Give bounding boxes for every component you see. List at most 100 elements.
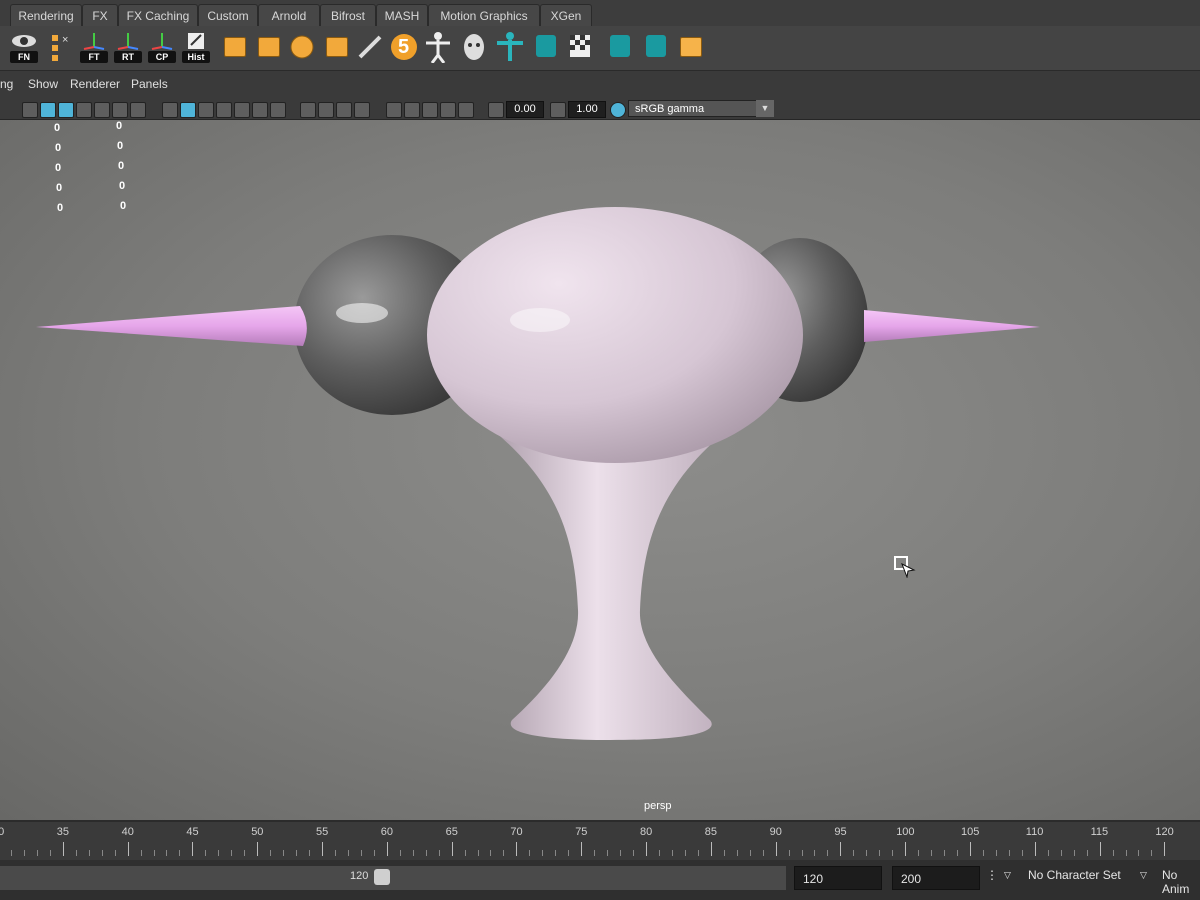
wireframe-icon[interactable] bbox=[162, 102, 178, 118]
face-button[interactable] bbox=[458, 31, 490, 63]
tab-rendering[interactable]: Rendering bbox=[10, 4, 82, 27]
chevron-down-icon[interactable]: ▼ bbox=[756, 100, 774, 117]
skeleton-button[interactable] bbox=[422, 31, 454, 64]
safe-action-icon[interactable] bbox=[112, 102, 128, 118]
time-tick-minor bbox=[814, 850, 816, 856]
time-tick-minor bbox=[75, 850, 77, 856]
tab-bifrost[interactable]: Bifrost bbox=[320, 4, 376, 27]
motion-blur-icon[interactable] bbox=[318, 102, 334, 118]
shadows-icon[interactable] bbox=[270, 102, 286, 118]
mash-tool-3[interactable] bbox=[640, 31, 672, 63]
box-tool[interactable] bbox=[674, 31, 706, 63]
menu-renderer[interactable]: Renderer bbox=[70, 77, 120, 91]
character-set-dropdown[interactable]: No Character Set bbox=[1028, 868, 1121, 882]
shelf-toolbar: FN × FT RT CP Hist 5 bbox=[0, 26, 1200, 71]
menu-show[interactable]: Show bbox=[28, 77, 58, 91]
chevron-down-icon[interactable]: ▽ bbox=[1140, 870, 1147, 881]
tab-arnold[interactable]: Arnold bbox=[258, 4, 320, 27]
anim-layer-dropdown[interactable]: No Anim bbox=[1162, 868, 1200, 896]
persp-viewport[interactable]: 0 0 0 0 0 0 0 0 0 0 persp bbox=[0, 120, 1200, 820]
textured-icon[interactable] bbox=[216, 102, 232, 118]
gamma-field[interactable]: 1.00 bbox=[568, 101, 606, 118]
range-slider-bar: 120 120 200 ⋮ ▽ No Character Set ▽ No An… bbox=[0, 860, 1200, 900]
time-tick-minor bbox=[1125, 850, 1127, 856]
rt-button[interactable]: RT bbox=[112, 31, 144, 63]
time-tick-mark bbox=[62, 842, 64, 856]
antialias-icon[interactable] bbox=[336, 102, 352, 118]
frame-all-icon[interactable] bbox=[458, 102, 474, 118]
tab-fx[interactable]: FX bbox=[82, 4, 118, 27]
time-tick-minor bbox=[503, 850, 505, 856]
resolution-gate-icon[interactable] bbox=[58, 102, 74, 118]
playback-end-field[interactable]: 200 bbox=[892, 866, 980, 890]
tab-fx-caching[interactable]: FX Caching bbox=[118, 4, 198, 27]
cube-tool-2[interactable] bbox=[252, 31, 284, 63]
xray-icon[interactable] bbox=[386, 102, 402, 118]
mash-tool-2[interactable] bbox=[604, 31, 636, 63]
lights-icon[interactable] bbox=[252, 102, 268, 118]
range-slider-track[interactable] bbox=[0, 866, 786, 890]
backface-icon[interactable] bbox=[422, 102, 438, 118]
fn-eye-button[interactable]: FN bbox=[8, 31, 40, 63]
time-tick-minor bbox=[49, 850, 51, 856]
chevron-down-icon[interactable]: ▽ bbox=[1004, 870, 1011, 881]
checker-icon bbox=[570, 35, 590, 57]
cp-caption: CP bbox=[148, 51, 176, 63]
history-button[interactable]: Hist bbox=[180, 31, 212, 63]
mash-tool-1[interactable] bbox=[530, 31, 562, 63]
tab-mash[interactable]: MASH bbox=[376, 4, 428, 27]
time-slider[interactable]: 30 35 40 45 50 55 60 65 70 75 80 85 90 95 100 105 110 115… bbox=[0, 822, 1200, 860]
menu-panels[interactable]: Panels bbox=[131, 77, 168, 91]
pencil-tool[interactable] bbox=[354, 31, 386, 63]
ambient-occlusion-icon[interactable] bbox=[300, 102, 316, 118]
time-tick-minor bbox=[166, 850, 168, 856]
grid-icon[interactable] bbox=[22, 102, 38, 118]
checker-shade-icon[interactable] bbox=[234, 102, 250, 118]
tab-motion-graphics[interactable]: Motion Graphics bbox=[428, 4, 540, 27]
time-tick-mark bbox=[386, 842, 388, 856]
rig-button[interactable] bbox=[494, 31, 526, 63]
ft-button[interactable]: FT bbox=[78, 31, 110, 63]
time-tick-minor bbox=[1060, 850, 1062, 856]
shelf-tab-bar: Rendering FX FX Caching Custom Arnold Bi… bbox=[0, 0, 1200, 27]
time-tick-minor bbox=[723, 850, 725, 856]
stem-mesh[interactable] bbox=[480, 420, 740, 740]
exposure-field[interactable]: 0.00 bbox=[506, 101, 544, 118]
time-tick-mark bbox=[451, 842, 453, 856]
color-management-icon[interactable] bbox=[610, 102, 626, 118]
time-tick-minor bbox=[853, 850, 855, 856]
svg-text:×: × bbox=[62, 34, 68, 46]
left-spike-mesh[interactable] bbox=[36, 306, 307, 346]
safe-title-icon[interactable] bbox=[130, 102, 146, 118]
time-tick-minor bbox=[788, 850, 790, 856]
isolate-icon[interactable] bbox=[354, 102, 370, 118]
cp-button[interactable]: CP bbox=[146, 31, 178, 63]
xray-joints-icon[interactable] bbox=[404, 102, 420, 118]
step-icon[interactable]: ⋮ bbox=[986, 868, 998, 882]
sphere-tool[interactable] bbox=[286, 31, 318, 63]
cube-tool-3[interactable] bbox=[320, 31, 352, 63]
checker-tool[interactable] bbox=[564, 31, 596, 63]
tab-xgen[interactable]: XGen bbox=[540, 4, 592, 27]
eye-icon bbox=[12, 35, 36, 47]
tab-custom[interactable]: Custom bbox=[198, 4, 258, 27]
range-slider-handle[interactable] bbox=[374, 869, 390, 885]
color-space-dropdown[interactable]: sRGB gamma bbox=[628, 100, 760, 117]
film-gate-icon[interactable] bbox=[40, 102, 56, 118]
time-tick-minor bbox=[283, 850, 285, 856]
camera-attributes-icon[interactable] bbox=[440, 102, 456, 118]
badge-5-button[interactable]: 5 bbox=[388, 31, 420, 63]
body-highlight bbox=[510, 308, 570, 332]
body-mesh[interactable] bbox=[427, 207, 803, 463]
3d-model[interactable] bbox=[0, 120, 1200, 820]
gate-mask-icon[interactable] bbox=[76, 102, 92, 118]
smooth-shade-icon[interactable] bbox=[180, 102, 196, 118]
hierarchy-button[interactable]: × bbox=[46, 31, 74, 63]
field-chart-icon[interactable] bbox=[94, 102, 110, 118]
cube-tool-1[interactable] bbox=[218, 31, 250, 63]
right-spike-mesh[interactable] bbox=[864, 310, 1040, 342]
shaded-wire-icon[interactable] bbox=[198, 102, 214, 118]
end-time-field[interactable]: 120 bbox=[794, 866, 882, 890]
time-tick-minor bbox=[412, 850, 414, 856]
menu-lighting[interactable]: ng bbox=[0, 77, 13, 91]
